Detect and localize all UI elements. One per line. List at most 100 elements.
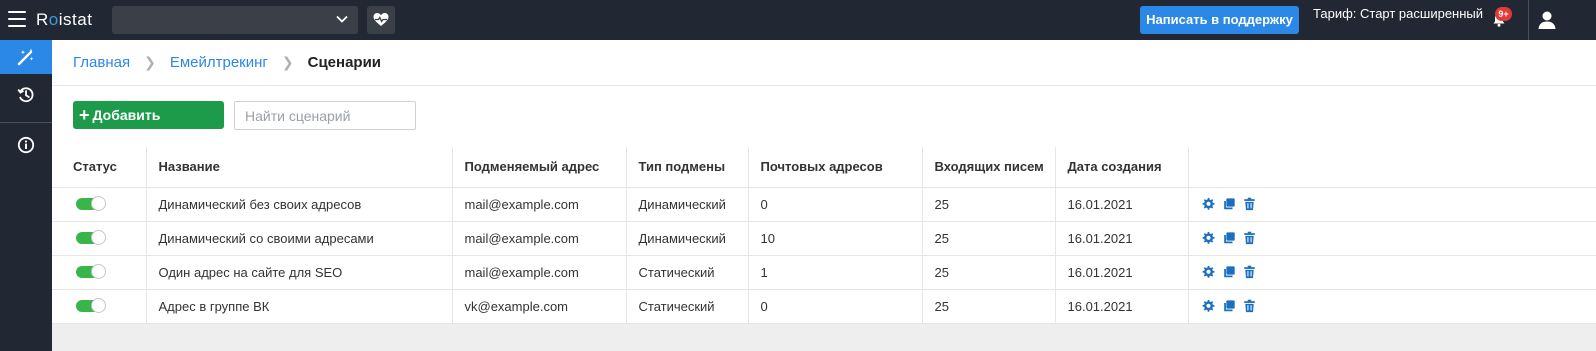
- column-header-name: Название: [146, 147, 453, 188]
- status-cell: [52, 187, 147, 222]
- toggle-knob: [91, 264, 106, 279]
- status-cell: [52, 255, 147, 290]
- scenario-name: Динамический без своих адресов: [146, 187, 453, 222]
- mail-address-count: 0: [748, 289, 923, 324]
- support-button[interactable]: Написать в поддержку: [1140, 6, 1299, 34]
- breadcrumb-emailtracking[interactable]: Емейлтрекинг: [170, 54, 268, 71]
- copy-icon[interactable]: [1222, 265, 1236, 279]
- column-header-created: Дата создания: [1055, 147, 1189, 188]
- copy-icon[interactable]: [1222, 231, 1236, 245]
- status-toggle[interactable]: [76, 264, 106, 279]
- add-scenario-button[interactable]: + Добавить сценарий: [73, 101, 224, 151]
- search-input[interactable]: [234, 101, 416, 130]
- replacement-type: Статический: [626, 255, 749, 290]
- incoming-count: 25: [922, 289, 1056, 324]
- column-header-address: Подменяемый адрес: [452, 147, 627, 188]
- trash-icon[interactable]: [1243, 299, 1256, 313]
- status-toggle[interactable]: [76, 298, 106, 313]
- replaced-address: vk@example.com: [452, 289, 627, 324]
- column-header-status: Статус: [52, 147, 147, 188]
- chevron-down-icon: [336, 15, 348, 23]
- incoming-count: 25: [922, 187, 1056, 222]
- toggle-knob: [91, 230, 106, 245]
- gear-icon[interactable]: [1201, 197, 1215, 211]
- magic-wand-icon: [17, 48, 34, 66]
- gear-icon[interactable]: [1201, 299, 1215, 313]
- heart-pulse-icon: [373, 13, 389, 26]
- replacement-type: Статический: [626, 289, 749, 324]
- sidebar-item-history[interactable]: [0, 78, 52, 112]
- main-content: Главная ❯ Емейлтрекинг ❯ Сценарии + Добав…: [52, 40, 1596, 324]
- history-icon: [17, 87, 34, 103]
- scenario-name: Один адрес на сайте для SEO: [146, 255, 453, 290]
- plus-icon: +: [79, 105, 90, 125]
- chevron-right-icon: ❯: [281, 54, 294, 70]
- user-icon: [1538, 11, 1556, 29]
- tariff-label[interactable]: Тариф: Старт расширенный: [1313, 6, 1483, 21]
- logo-accent-letter: o: [48, 10, 59, 29]
- incoming-count: 25: [922, 255, 1056, 290]
- replacement-type: Динамический: [626, 187, 749, 222]
- chevron-right-icon: ❯: [144, 54, 156, 70]
- sidebar-item-tools[interactable]: [0, 40, 52, 74]
- status-cell: [52, 221, 147, 256]
- row-actions: [1201, 231, 1596, 245]
- table-row: Динамический без своих адресов mail@examp…: [52, 187, 1596, 222]
- logo-text: Roistat: [36, 10, 93, 29]
- row-actions: [1201, 265, 1596, 279]
- table-row: Один адрес на сайте для SEO mail@example.…: [52, 255, 1596, 290]
- creation-date: 16.01.2021: [1055, 221, 1189, 256]
- table-row: Динамический со своими адресами mail@exam…: [52, 221, 1596, 256]
- actions-cell: [1188, 255, 1596, 290]
- mail-address-count: 0: [748, 187, 923, 222]
- sidebar-divider: [0, 122, 52, 123]
- header-divider-line: [52, 85, 1596, 86]
- incoming-count: 25: [922, 221, 1056, 256]
- replaced-address: mail@example.com: [452, 221, 627, 256]
- info-icon: [17, 136, 35, 154]
- breadcrumb-home[interactable]: Главная: [73, 54, 130, 71]
- project-select[interactable]: [112, 6, 358, 34]
- menu-icon[interactable]: [8, 11, 26, 27]
- toggle-knob: [91, 196, 106, 211]
- actions-cell: [1188, 187, 1596, 222]
- trash-icon[interactable]: [1243, 197, 1256, 211]
- header-divider: [1528, 0, 1529, 40]
- scenarios-table: Статус Название Подменяемый адрес Тип подме…: [52, 147, 1596, 324]
- column-header-incoming: Входящих писем: [922, 147, 1056, 188]
- replaced-address: mail@example.com: [452, 187, 627, 222]
- creation-date: 16.01.2021: [1055, 289, 1189, 324]
- status-toggle[interactable]: [76, 196, 106, 211]
- mail-address-count: 10: [748, 221, 923, 256]
- replaced-address: mail@example.com: [452, 255, 627, 290]
- actions-cell: [1188, 221, 1596, 256]
- sidebar: [0, 40, 52, 351]
- top-bar: Roistat Написать в поддержку Тариф: Стар…: [0, 0, 1596, 40]
- creation-date: 16.01.2021: [1055, 187, 1189, 222]
- creation-date: 16.01.2021: [1055, 255, 1189, 290]
- breadcrumb: Главная ❯ Емейлтрекинг ❯ Сценарии: [73, 54, 381, 71]
- row-actions: [1201, 299, 1596, 313]
- mail-address-count: 1: [748, 255, 923, 290]
- gear-icon[interactable]: [1201, 231, 1215, 245]
- notifications-badge: 9+: [1495, 7, 1512, 21]
- column-header-actions: [1188, 147, 1596, 188]
- copy-icon[interactable]: [1222, 299, 1236, 313]
- user-menu-button[interactable]: [1537, 10, 1557, 30]
- status-cell: [52, 289, 147, 324]
- column-header-mail-count: Почтовых адресов: [748, 147, 923, 188]
- replacement-type: Динамический: [626, 221, 749, 256]
- gear-icon[interactable]: [1201, 265, 1215, 279]
- health-check-button[interactable]: [367, 6, 395, 34]
- status-toggle[interactable]: [76, 230, 106, 245]
- actions-cell: [1188, 289, 1596, 324]
- copy-icon[interactable]: [1222, 197, 1236, 211]
- trash-icon[interactable]: [1243, 231, 1256, 245]
- logo[interactable]: Roistat: [36, 10, 92, 30]
- toggle-knob: [91, 298, 106, 313]
- table-body: Динамический без своих адресов mail@examp…: [52, 187, 1596, 324]
- add-scenario-label: Добавить сценарий: [79, 107, 161, 151]
- sidebar-item-info[interactable]: [0, 128, 52, 162]
- trash-icon[interactable]: [1243, 265, 1256, 279]
- scenario-name: Адрес в группе ВК: [146, 289, 453, 324]
